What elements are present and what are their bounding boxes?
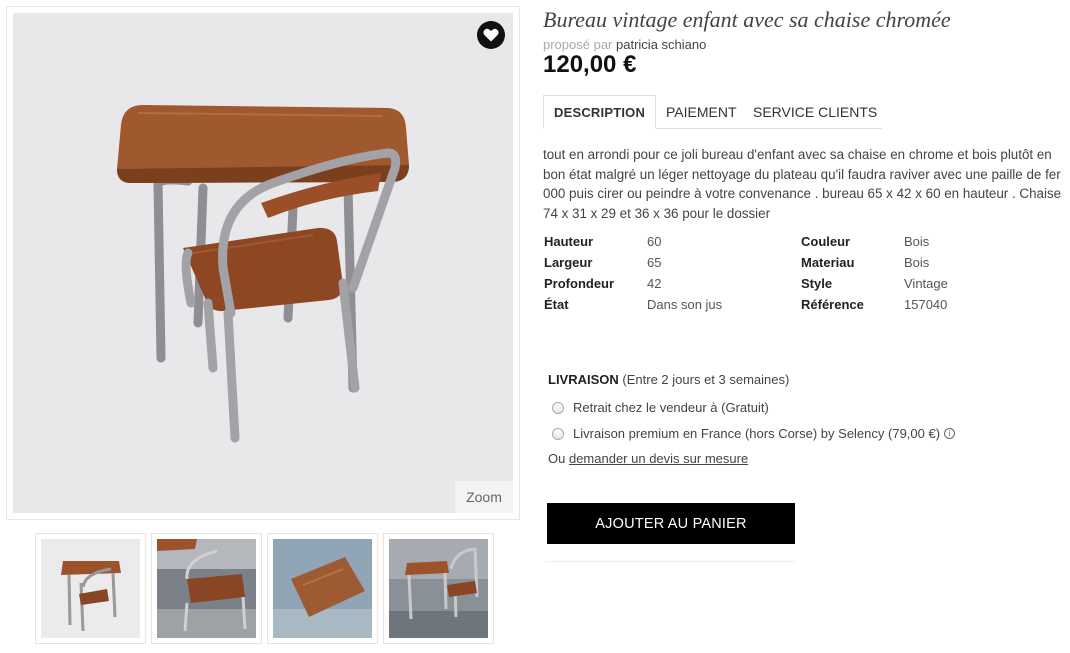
product-title: Bureau vintage enfant avec sa chaise chr… <box>543 7 951 32</box>
proposed-by-label: proposé par <box>543 37 613 52</box>
spec-key: Hauteur <box>544 234 594 249</box>
delivery-option-label: Retrait chez le vendeur à (Gratuit) <box>573 400 769 415</box>
seller-name[interactable]: patricia schiano <box>616 37 706 52</box>
spec-key: Style <box>801 276 833 291</box>
delivery-section: LIVRAISON (Entre 2 jours et 3 semaines) … <box>548 372 956 466</box>
thumbnail-image-3 <box>273 557 372 638</box>
delivery-option-label: Livraison premium en France (hors Corse)… <box>573 426 941 441</box>
spec-key: Profondeur <box>544 276 615 291</box>
thumbnail-strip <box>35 533 499 644</box>
spec-value: Bois <box>904 255 930 270</box>
request-quote-link[interactable]: demander un devis sur mesure <box>569 451 748 466</box>
spec-value: 42 <box>647 276 662 291</box>
add-to-cart-button[interactable]: AJOUTER AU PANIER <box>547 503 795 544</box>
spec-key: Largeur <box>544 255 593 270</box>
thumbnail-4[interactable] <box>383 533 494 644</box>
thumbnail-image-4 <box>389 539 488 638</box>
zoom-button[interactable]: Zoom <box>455 481 513 513</box>
thumbnail-1[interactable] <box>35 533 146 644</box>
product-price: 120,00 € <box>543 51 637 78</box>
delivery-option-premium[interactable]: Livraison premium en France (hors Corse)… <box>552 426 956 441</box>
favorite-button[interactable] <box>477 21 505 49</box>
spec-value: 157040 <box>904 297 948 312</box>
product-description: tout en arrondi pour ce joli bureau d'en… <box>543 147 1062 221</box>
premium-radio[interactable] <box>552 427 564 440</box>
desk-chair-illustration <box>117 105 409 443</box>
heart-icon <box>483 28 499 42</box>
pickup-radio[interactable] <box>552 401 564 414</box>
delivery-subtitle: (Entre 2 jours et 3 semaines) <box>622 372 790 387</box>
main-image-frame: Zoom <box>6 6 520 520</box>
spec-value: Dans son jus <box>647 297 723 312</box>
delivery-heading: LIVRAISON (Entre 2 jours et 3 semaines) <box>548 372 789 387</box>
info-tabs: DESCRIPTION PAIEMENT SERVICE CLIENTS <box>543 95 882 129</box>
quote-prefix: Ou <box>548 451 566 466</box>
thumbnail-2[interactable] <box>151 533 262 644</box>
thumbnail-image-1 <box>61 561 121 632</box>
spec-key: Couleur <box>801 234 851 249</box>
thumbnail-3[interactable] <box>267 533 378 644</box>
spec-value: 60 <box>647 234 662 249</box>
quote-line: Ou demander un devis sur mesure <box>548 451 748 466</box>
divider <box>545 561 795 562</box>
delivery-option-pickup[interactable]: Retrait chez le vendeur à (Gratuit) <box>552 400 769 415</box>
spec-value: Bois <box>904 234 930 249</box>
tab-payment[interactable]: PAIEMENT <box>666 95 737 129</box>
spec-key: État <box>544 297 569 312</box>
tab-customer-service[interactable]: SERVICE CLIENTS <box>753 95 877 129</box>
delivery-title: LIVRAISON <box>548 372 619 387</box>
spec-value: Vintage <box>904 276 948 291</box>
spec-key: Référence <box>801 297 864 312</box>
info-icon[interactable]: i <box>944 428 956 439</box>
seller-line: proposé par patricia schiano <box>543 37 706 52</box>
tab-description[interactable]: DESCRIPTION <box>543 95 657 129</box>
main-product-image[interactable]: Zoom <box>13 13 513 513</box>
thumbnail-image-2 <box>157 539 256 638</box>
spec-key: Materiau <box>801 255 855 270</box>
spec-value: 65 <box>647 255 662 270</box>
